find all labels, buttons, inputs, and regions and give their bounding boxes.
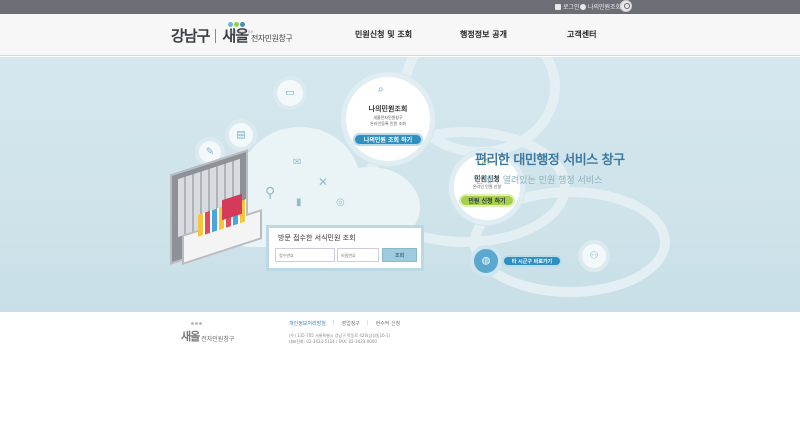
- visit-search-button[interactable]: 조회: [382, 248, 417, 262]
- globe-small-icon: ◎: [336, 197, 345, 208]
- my-civil-line2: 온라인등록 민원 조회: [370, 121, 406, 126]
- login-link[interactable]: 로그인: [555, 2, 580, 11]
- tools-icon: ✕: [318, 175, 329, 189]
- site-logo[interactable]: 강남구 새올 새로운 올바른 행정 전자민원창구: [171, 22, 293, 46]
- top-utility-bar: 로그인 나의민원조회: [0, 0, 800, 14]
- hero-section: ▭ ▤ ✎ ⚇ ◍ ⚲ ✉ ✕ ◎ ▮ ⌕ 나의민원조회 새올전자민원창구 온라…: [0, 57, 800, 312]
- my-civil-label: 나의민원조회: [588, 4, 622, 11]
- login-label: 로그인: [563, 4, 580, 11]
- visit-lookup-title: 방문 접수한 서식민원 조회: [278, 234, 356, 242]
- footer-contact: 대표전화: 02-3423-5114 / FAX: 02-3423-0000: [289, 339, 377, 344]
- my-civil-title: 나의민원조회: [368, 105, 408, 113]
- search-doc-icon: ⌕: [378, 84, 384, 95]
- logo-divider: [215, 28, 217, 43]
- nav-admin-info[interactable]: 행정정보 공개: [460, 29, 507, 40]
- other-district-button[interactable]: 타 시군구 바로가기: [502, 255, 562, 267]
- visit-lookup-box: 방문 접수한 서식민원 조회 조회: [266, 225, 424, 271]
- brand-tagline: 새로운 올바른 행정: [229, 30, 253, 34]
- password-input[interactable]: [337, 248, 379, 262]
- footer-link-separator: |: [366, 320, 369, 326]
- site-header: 강남구 새올 새로운 올바른 행정 전자민원창구 민원신청 및 조회 행정정보 …: [0, 14, 800, 56]
- footer-brand: 새올: [181, 330, 200, 343]
- document-icon: ▤: [236, 129, 246, 141]
- usb-icon: ▮: [296, 197, 302, 208]
- search-icon[interactable]: [620, 0, 632, 12]
- footer-link-banner[interactable]: 현수막 신청: [376, 320, 401, 327]
- user-icon: [580, 3, 586, 10]
- my-civil-button[interactable]: 나의민원 조회 하기: [353, 133, 423, 146]
- people-icon: ⚇: [589, 250, 599, 262]
- hero-headline: 편리한 대민행정 서비스 창구: [475, 153, 625, 168]
- globe-icon: ◍: [481, 255, 491, 267]
- people-bubble: ⚇: [578, 240, 610, 272]
- hero-subline: 언제나 열려있는 민원 행정 서비스: [475, 176, 603, 186]
- receipt-number-input[interactable]: [275, 248, 335, 262]
- site-footer: [0, 312, 800, 342]
- mail-icon: ✉: [293, 157, 302, 168]
- footer-service-name: 전자민원창구: [201, 335, 235, 343]
- service-name: 전자민원창구: [251, 34, 293, 43]
- footer-brand-dots-icon: [191, 322, 202, 325]
- folder-icon: ▭: [285, 87, 295, 99]
- nav-civil-apply[interactable]: 민원신청 및 조회: [355, 29, 412, 40]
- footer-links: 개인정보처리방침 | 영업정구 | 현수막 신청: [289, 320, 400, 327]
- footer-address-block: (우) 135-705 서울특별시 강남구 학동로 426(삼성동16-1) 대…: [289, 333, 390, 345]
- footer-link-business[interactable]: 영업정구: [342, 320, 360, 327]
- footer-link-separator: |: [332, 320, 335, 326]
- lock-icon: [555, 3, 561, 10]
- district-name: 강남구: [171, 27, 210, 45]
- document-bubble: ▤: [225, 119, 257, 151]
- globe-bubble: ◍: [470, 245, 502, 277]
- folder-bubble: ▭: [273, 76, 307, 110]
- nav-customer-center[interactable]: 고객센터: [567, 29, 596, 40]
- location-pin-icon: ⚲: [265, 185, 276, 201]
- brand-name: 새올: [222, 27, 249, 45]
- apply-button[interactable]: 민원 신청 하기: [459, 194, 515, 207]
- footer-logo: 새올 전자민원창구: [181, 322, 235, 344]
- footer-link-privacy[interactable]: 개인정보처리방침: [289, 320, 326, 327]
- my-civil-link[interactable]: 나의민원조회: [580, 2, 621, 11]
- note-icon: ✎: [205, 146, 215, 158]
- brand-dots-icon: [228, 22, 245, 27]
